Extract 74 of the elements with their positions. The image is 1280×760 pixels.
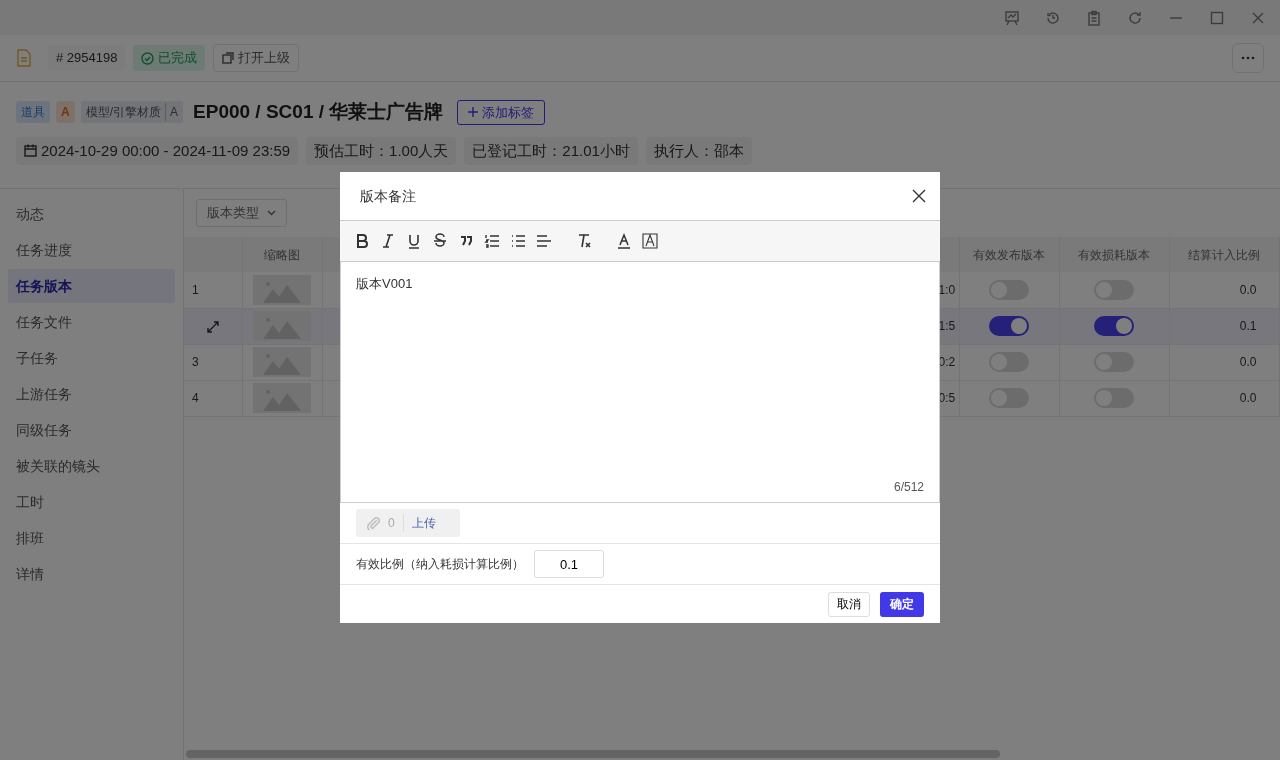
- add-tag-button[interactable]: 添加标签: [457, 99, 546, 125]
- image-placeholder-icon: [253, 347, 311, 377]
- char-counter: 6/512: [892, 479, 924, 496]
- time-text: 1:0: [938, 282, 956, 297]
- sidebar-item[interactable]: 详情: [8, 557, 175, 591]
- sidebar-item[interactable]: 任务进度: [8, 233, 175, 267]
- ratio-text: 0.0: [1239, 355, 1257, 369]
- date-range[interactable]: 2024-10-29 00:00 - 2024-11-09 23:59: [16, 136, 299, 165]
- more-icon: [1241, 56, 1255, 60]
- strikethrough-icon[interactable]: [432, 233, 448, 249]
- image-placeholder-icon: [253, 311, 311, 341]
- filter-dropdown[interactable]: 版本类型: [196, 199, 287, 227]
- column-header: 缩略图: [242, 237, 322, 272]
- ratio-text: 0.0: [1239, 282, 1257, 297]
- meta-info: 已登记工时：21.01小时: [464, 136, 638, 165]
- sidebar-item[interactable]: 排班: [8, 521, 175, 555]
- toggle-switch[interactable]: [1094, 316, 1134, 336]
- bold-icon[interactable]: [354, 233, 370, 249]
- caret-icon: [267, 210, 276, 216]
- sidebar-item[interactable]: 上游任务: [8, 377, 175, 411]
- tag-label: 模型/引擎材质: [85, 104, 161, 122]
- editor-text[interactable]: 版本V001: [356, 274, 924, 294]
- sidebar-item[interactable]: 被关联的镜头: [8, 449, 175, 483]
- scrollbar[interactable]: [186, 750, 1000, 758]
- check-circle-icon: [141, 51, 155, 65]
- image-placeholder-icon: [253, 383, 311, 413]
- underline-icon[interactable]: [406, 233, 422, 249]
- highlight-icon[interactable]: [642, 233, 658, 249]
- column-header: 有效发布版本: [959, 237, 1059, 272]
- ratio-text: 0.0: [1239, 391, 1257, 405]
- grade-tag: A: [56, 101, 75, 124]
- time-text: 1:5: [938, 319, 956, 333]
- ratio-label: 有效比例（纳入耗损计算比例）: [356, 556, 524, 573]
- open-parent-button[interactable]: 打开上级: [213, 44, 300, 72]
- cancel-button[interactable]: 取消: [828, 591, 870, 617]
- attachment-count: 0: [388, 515, 395, 532]
- clear-format-icon[interactable]: [576, 233, 592, 249]
- presentation-icon[interactable]: [1002, 8, 1021, 27]
- italic-icon[interactable]: [380, 233, 396, 249]
- meta-info: 执行人：邵本: [645, 136, 752, 165]
- column-header: 结算计入比例: [1169, 237, 1279, 272]
- ratio-input[interactable]: 0.1: [534, 550, 604, 578]
- font-color-icon[interactable]: [616, 233, 632, 249]
- sidebar-item[interactable]: 动态: [8, 197, 175, 231]
- link-icon: [222, 52, 235, 64]
- sidebar-item[interactable]: 任务文件: [8, 305, 175, 339]
- status-badge: 已完成: [133, 45, 206, 71]
- row-index: 4: [192, 391, 199, 405]
- toggle-switch[interactable]: [989, 316, 1029, 336]
- meta-info: 预估工时：1.00人天: [306, 136, 457, 165]
- calendar-icon: [24, 144, 37, 157]
- align-left-icon[interactable]: [536, 233, 552, 249]
- ordered-list-icon[interactable]: [484, 233, 500, 249]
- confirm-button[interactable]: 确定: [880, 591, 924, 617]
- sidebar-item[interactable]: 任务版本: [8, 269, 175, 303]
- document-icon: [16, 49, 32, 67]
- expand-icon[interactable]: [205, 319, 220, 334]
- sidebar-item[interactable]: 同级任务: [8, 413, 175, 447]
- bullet-list-icon[interactable]: [510, 233, 526, 249]
- paperclip-icon: [366, 516, 380, 530]
- tag: 道具: [16, 101, 50, 124]
- grade-label: A: [165, 103, 179, 122]
- row-index: 1: [192, 282, 199, 297]
- upload-link[interactable]: 上传: [402, 514, 450, 532]
- image-placeholder-icon: [253, 274, 311, 305]
- ratio-text: 0.1: [1239, 319, 1257, 333]
- sidebar-item[interactable]: 工时: [8, 485, 175, 519]
- plus-icon: [468, 107, 479, 118]
- row-index: 3: [192, 355, 199, 369]
- sidebar-item[interactable]: 子任务: [8, 341, 175, 375]
- dialog-title: 版本备注: [360, 186, 416, 206]
- close-icon[interactable]: [912, 189, 926, 203]
- task-title: EP000 / SC01 / 华莱士广告牌: [193, 100, 444, 124]
- column-header: 有效损耗版本: [1059, 237, 1169, 272]
